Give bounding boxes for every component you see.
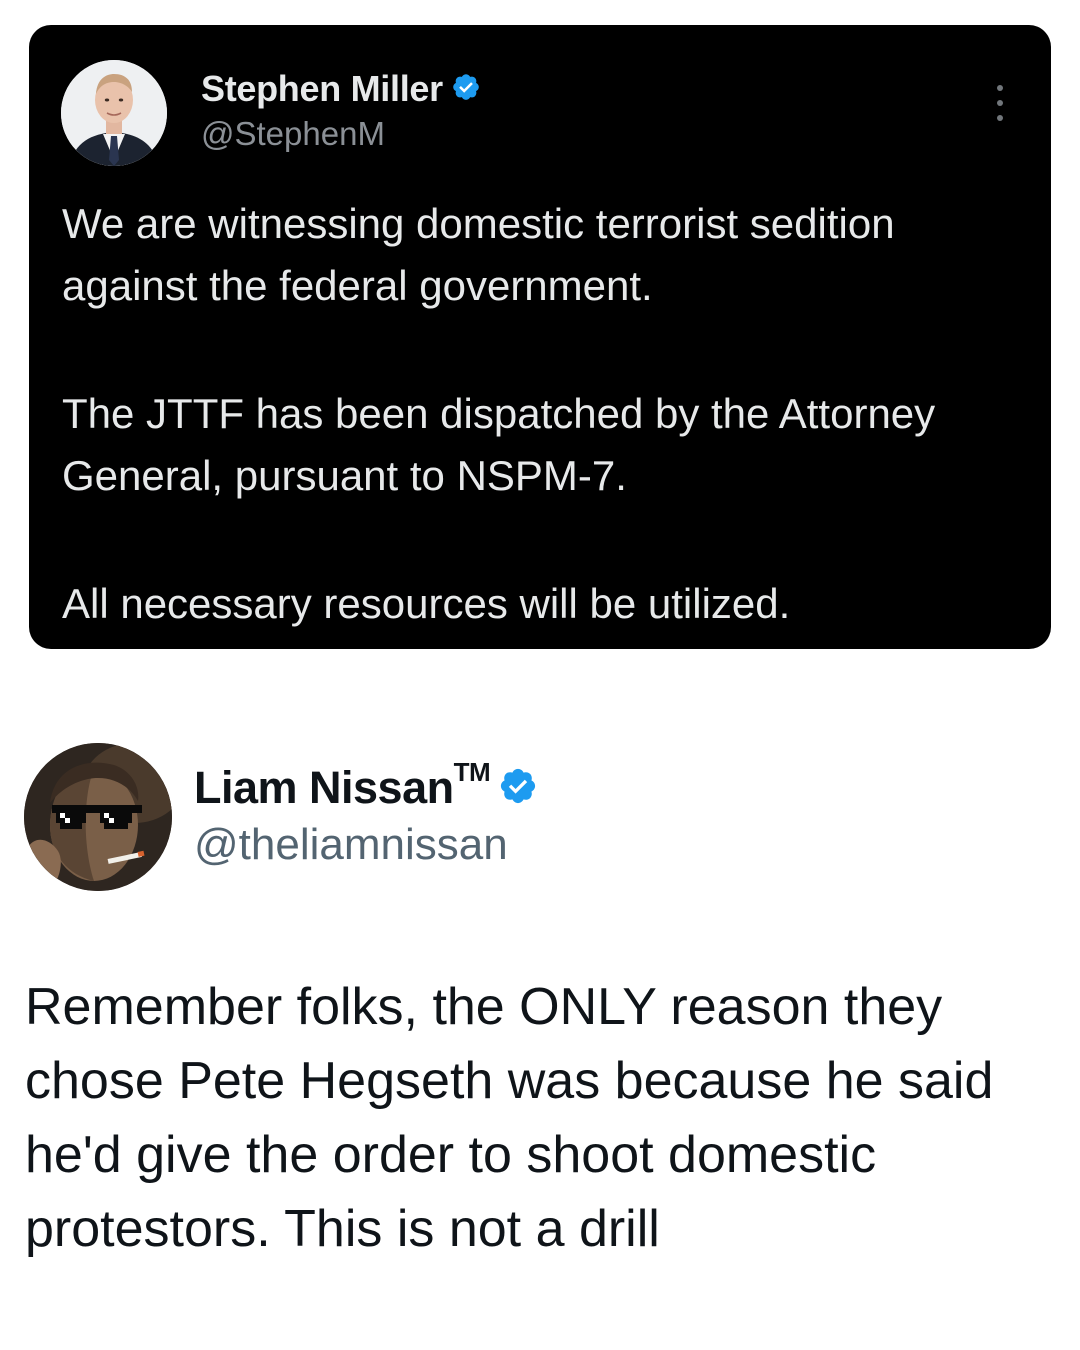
tweet-author-name[interactable]: Liam NissanTM: [194, 757, 491, 814]
quoted-tweet-card[interactable]: Stephen Miller @StephenM We are witnessi…: [29, 25, 1051, 649]
tweet-author-name-text: Liam Nissan: [194, 762, 454, 813]
verified-badge-icon: [451, 72, 481, 107]
quoted-author-name[interactable]: Stephen Miller: [201, 68, 443, 110]
stephen-miller-avatar[interactable]: [61, 60, 167, 166]
liam-nissan-avatar[interactable]: [24, 743, 172, 891]
quoted-author-handle[interactable]: @StephenM: [201, 115, 385, 153]
trademark-suffix: TM: [453, 757, 491, 787]
more-dot: [997, 100, 1003, 106]
quoted-author-row: Stephen Miller: [201, 67, 481, 111]
quoted-tweet-paragraph: All necessary resources will be utilized…: [62, 580, 791, 627]
tweet-author-row: Liam NissanTM: [194, 757, 538, 816]
quoted-tweet-paragraph: The JTTF has been dispatched by the Atto…: [62, 390, 936, 499]
more-vertical-icon[interactable]: [995, 85, 1005, 121]
avatar-portrait-image: [61, 60, 167, 166]
verified-badge-icon: [498, 766, 538, 811]
more-dot: [997, 115, 1003, 121]
tweet-author-handle[interactable]: @theliamnissan: [194, 820, 508, 870]
avatar-portrait-image: [24, 743, 172, 891]
quoted-tweet-text: We are witnessing domestic terrorist sed…: [62, 193, 1022, 635]
quoted-tweet-paragraph: We are witnessing domestic terrorist sed…: [62, 200, 895, 309]
more-dot: [997, 85, 1003, 91]
tweet-text: Remember folks, the ONLY reason they cho…: [25, 978, 994, 1258]
